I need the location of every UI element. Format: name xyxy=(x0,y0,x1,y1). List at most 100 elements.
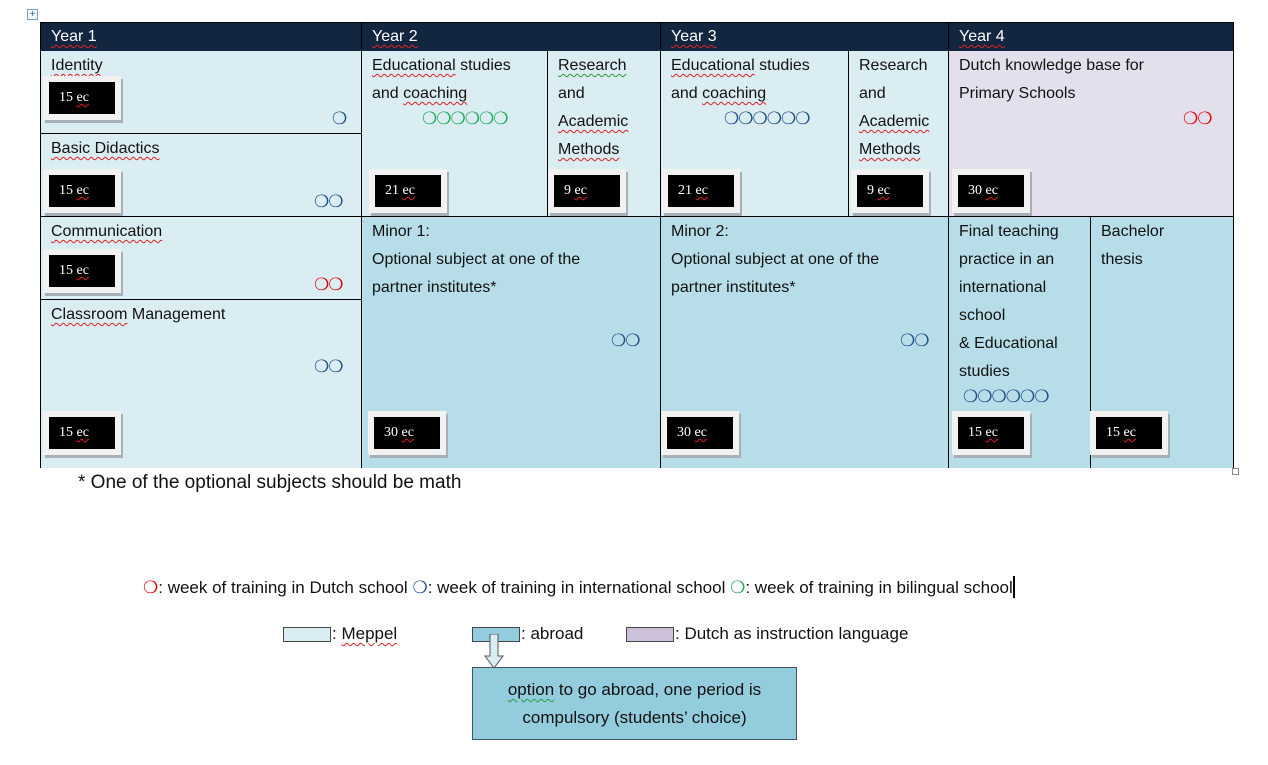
ec-badge-dutch-knowledge: 30 ec xyxy=(952,169,1030,213)
text: and xyxy=(859,85,886,102)
ec-unit: ec xyxy=(877,183,890,198)
header-year-2: Year 2 xyxy=(362,23,661,51)
text: practice in an xyxy=(959,251,1055,268)
ec-unit: ec xyxy=(694,425,707,440)
footnote: * One of the optional subjects should be… xyxy=(78,472,462,493)
swatch-dutch-language xyxy=(626,627,674,642)
text: Bachelor xyxy=(1101,223,1165,240)
table-resize-handle[interactable] xyxy=(1232,468,1239,475)
week-circles-minor-1: ❍❍ xyxy=(611,331,641,351)
ec-badge-final-practice: 15 ec xyxy=(952,411,1030,455)
ec-unit: ec xyxy=(76,263,89,278)
text: thesis xyxy=(1101,251,1143,268)
ec-unit: ec xyxy=(76,90,89,105)
legend-dutch-school: : week of training in Dutch school xyxy=(158,578,413,597)
ec-value: 15 xyxy=(1106,425,1120,440)
week-circles-minor-2: ❍❍ xyxy=(900,331,930,351)
text: & Educational xyxy=(959,335,1058,352)
year-2-label: Year 2 xyxy=(372,28,418,45)
ec-value: 21 xyxy=(678,183,692,198)
legend-meppel-text: Meppel xyxy=(341,624,398,643)
text: coaching xyxy=(403,85,468,102)
text: Research xyxy=(859,57,928,74)
text: Optional subject at one of the xyxy=(671,251,880,268)
ec-badge-minor-2: 30 ec xyxy=(661,411,739,455)
header-year-1: Year 1 xyxy=(41,23,362,51)
ec-unit: ec xyxy=(1123,425,1136,440)
header-year-3: Year 3 xyxy=(661,23,949,51)
course-title: Basic Didactics xyxy=(51,140,160,157)
text: and xyxy=(671,85,703,102)
text: Academic xyxy=(558,113,629,130)
text: coaching xyxy=(702,85,767,102)
ec-value: 15 xyxy=(59,183,73,198)
week-circles-y2-educational-studies: ❍❍❍❍❍❍ xyxy=(422,109,508,129)
course-title-part: Classroom xyxy=(51,306,128,323)
ec-badge-bachelor-thesis: 15 ec xyxy=(1090,411,1168,455)
ec-badge-y3-educational-studies: 21 ec xyxy=(662,169,740,213)
text: partner institutes* xyxy=(372,279,497,296)
ec-badge-y3-research: 9 ec xyxy=(851,169,929,213)
text: Final teaching xyxy=(959,223,1059,240)
text: school xyxy=(959,307,1006,324)
red-circle-icon: ❍ xyxy=(143,578,159,597)
text: Methods xyxy=(558,141,620,158)
ec-value: 9 xyxy=(564,183,575,198)
ec-unit: ec xyxy=(985,183,998,198)
text: studies xyxy=(455,57,511,74)
text: Academic xyxy=(859,113,930,130)
header-year-4: Year 4 xyxy=(949,23,1233,51)
ec-value: 15 xyxy=(59,263,73,278)
ec-unit: ec xyxy=(76,425,89,440)
text: Minor 1: xyxy=(372,223,430,240)
callout-text: to go abroad, one period is xyxy=(554,680,762,699)
week-circles-basic-didactics: ❍❍ xyxy=(314,192,344,212)
green-circle-icon: ❍ xyxy=(730,578,746,597)
legend-meppel: : Meppel xyxy=(332,624,398,643)
course-title: Identity xyxy=(51,57,103,74)
year-3-label: Year 3 xyxy=(671,28,717,45)
ec-value: 15 xyxy=(59,425,73,440)
text: Methods xyxy=(859,141,921,158)
text: international xyxy=(959,279,1047,296)
ec-badge-minor-1: 30 ec xyxy=(368,411,446,455)
ec-badge-y2-educational-studies: 21 ec xyxy=(369,169,447,213)
ec-value: 30 xyxy=(384,425,398,440)
text: Dutch knowledge base for xyxy=(959,57,1144,74)
callout-text: compulsory (students’ choice) xyxy=(522,708,747,727)
abroad-callout: option to go abroad, one period is compu… xyxy=(472,667,797,740)
ec-badge-y2-research: 9 ec xyxy=(548,169,626,213)
course-title: Communication xyxy=(51,223,163,240)
text: Minor 2: xyxy=(671,223,729,240)
ec-unit: ec xyxy=(76,183,89,198)
ec-unit: ec xyxy=(985,425,998,440)
legend-dutch-language: : Dutch as instruction language xyxy=(675,624,909,643)
blue-circle-icon: ❍ xyxy=(412,578,428,597)
circle-legend: ❍: week of training in Dutch school ❍: w… xyxy=(143,576,1015,598)
ec-unit: ec xyxy=(574,183,587,198)
text-cursor xyxy=(1012,576,1015,598)
text: Educational xyxy=(671,57,755,74)
ec-unit: ec xyxy=(402,183,415,198)
ec-value: 21 xyxy=(385,183,399,198)
text: studies xyxy=(959,363,1010,380)
week-circles-final-practice: ❍❍❍❍❍❍ xyxy=(963,387,1049,407)
ec-value: 9 xyxy=(867,183,874,198)
ec-unit: ec xyxy=(401,425,414,440)
text: Primary Schools xyxy=(959,85,1076,102)
text: Optional subject at one of the xyxy=(372,251,581,268)
week-circles-y3-educational-studies: ❍❍❍❍❍❍ xyxy=(724,109,810,129)
ec-badge-identity: 15 ec xyxy=(43,76,121,120)
ec-value: 15 xyxy=(968,425,982,440)
text: and xyxy=(558,85,585,102)
text: and xyxy=(372,85,404,102)
swatch-meppel xyxy=(283,627,331,642)
course-title-part: Management xyxy=(127,306,226,323)
ec-value: 30 xyxy=(968,183,982,198)
ec-badge-basic-didactics: 15 ec xyxy=(43,169,121,213)
down-arrow-icon xyxy=(484,634,504,669)
legend-international-school: : week of training in international scho… xyxy=(427,578,731,597)
text: Educational xyxy=(372,57,456,74)
text: studies xyxy=(754,57,810,74)
table-move-handle[interactable]: + xyxy=(27,9,38,20)
